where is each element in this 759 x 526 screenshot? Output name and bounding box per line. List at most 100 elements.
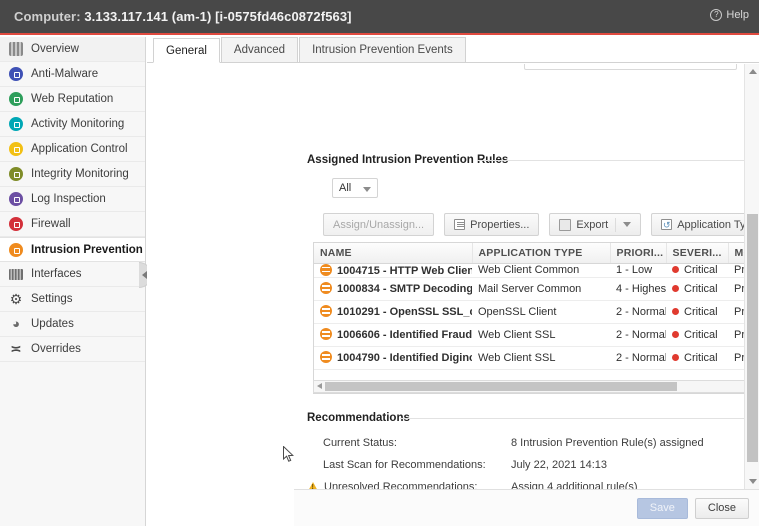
sidebar-item-log-inspection[interactable]: Log Inspection <box>0 187 145 212</box>
rule-icon <box>320 328 332 340</box>
table-row[interactable]: 1004790 - Identified Diginotar C... Web … <box>314 346 759 369</box>
properties-button[interactable]: Properties... <box>444 213 539 236</box>
column-header-severity[interactable]: SEVERI... <box>666 243 728 263</box>
cell-application-type: Web Client SSL <box>472 346 610 369</box>
sidebar-item-application-control[interactable]: Application Control <box>0 137 145 162</box>
sidebar-item-label: Anti-Malware <box>31 68 98 80</box>
scroll-down-arrow-icon[interactable] <box>749 479 757 484</box>
recommendation-row-current-status: Current Status: 8 Intrusion Prevention R… <box>323 432 704 454</box>
sidebar-item-settings[interactable]: ⚙ Settings <box>0 287 145 312</box>
intrusion-prevention-icon <box>9 243 23 257</box>
cell-severity: Critical <box>684 264 718 276</box>
search-input[interactable] <box>524 64 737 70</box>
overrides-icon: ≍ <box>9 342 23 356</box>
assigned-rules-table: NAME APPLICATION TYPE PRIORI... SEVERI..… <box>313 242 759 394</box>
table-horizontal-scrollbar[interactable] <box>313 380 759 393</box>
button-divider <box>615 218 616 232</box>
cell-severity: Critical <box>684 352 718 364</box>
rule-icon <box>320 351 332 363</box>
computer-details-window: Computer: 3.133.117.141 (am-1) [i-0575fd… <box>0 0 759 526</box>
severity-dot-icon <box>672 331 679 338</box>
tab-bar: General Advanced Intrusion Prevention Ev… <box>147 37 759 63</box>
mouse-cursor <box>283 446 295 464</box>
assign-unassign-button[interactable]: Assign/Unassign... <box>323 213 434 236</box>
properties-label: Properties... <box>470 219 529 231</box>
tab-intrusion-prevention-events[interactable]: Intrusion Prevention Events <box>299 37 466 62</box>
save-label: Save <box>650 502 675 514</box>
table-row[interactable]: 1000834 - SMTP Decoding Mail Server Comm… <box>314 277 759 300</box>
export-button[interactable]: Export <box>549 213 641 236</box>
scrollbar-thumb[interactable] <box>747 214 758 462</box>
cell-severity: Critical <box>684 283 718 295</box>
table-row[interactable]: 1010291 - OpenSSL SSL_check... OpenSSL C… <box>314 300 759 323</box>
cell-priority: 4 - Highest <box>610 277 666 300</box>
tab-label: Intrusion Prevention Events <box>312 44 453 56</box>
warning-icon <box>307 482 319 490</box>
save-button[interactable]: Save <box>637 498 688 519</box>
section-divider <box>477 160 759 161</box>
export-icon <box>559 219 571 231</box>
scroll-left-arrow-icon[interactable] <box>317 383 322 389</box>
tab-advanced[interactable]: Advanced <box>221 37 298 62</box>
rules-toolbar: Assign/Unassign... Properties... Export … <box>323 213 759 236</box>
application-types-button[interactable]: ↺ Application Types... <box>651 213 759 236</box>
help-label: Help <box>726 9 749 21</box>
chevron-down-icon[interactable] <box>623 222 631 227</box>
table-row[interactable]: 1004715 - HTTP Web Client Dec... Web Cli… <box>314 263 759 277</box>
sidebar-item-label: Interfaces <box>31 268 82 280</box>
page-vertical-scrollbar[interactable] <box>744 64 759 489</box>
close-label: Close <box>708 502 736 514</box>
scroll-up-arrow-icon[interactable] <box>749 69 757 74</box>
cell-priority: 1 - Low <box>610 263 666 277</box>
sidebar-item-interfaces[interactable]: Interfaces <box>0 262 145 287</box>
overview-icon <box>9 42 23 56</box>
web-reputation-icon <box>9 92 23 106</box>
log-inspection-icon <box>9 192 23 206</box>
dialog-footer: Save Close <box>294 489 759 526</box>
recommendation-label: Last Scan for Recommendations: <box>323 459 511 471</box>
export-label: Export <box>576 219 608 231</box>
table-header-row: NAME APPLICATION TYPE PRIORI... SEVERI..… <box>314 243 759 263</box>
question-circle-icon: ? <box>710 9 722 21</box>
column-header-priority[interactable]: PRIORI... <box>610 243 666 263</box>
table-row[interactable]: 1006606 - Identified Fraudulent ... Web … <box>314 323 759 346</box>
content-panel: General Advanced Intrusion Prevention Ev… <box>147 37 759 526</box>
sidebar-item-firewall[interactable]: Firewall <box>0 212 145 237</box>
application-types-icon: ↺ <box>661 219 672 230</box>
sidebar-item-integrity-monitoring[interactable]: Integrity Monitoring <box>0 162 145 187</box>
application-control-icon <box>9 142 23 156</box>
sidebar-item-activity-monitoring[interactable]: Activity Monitoring <box>0 112 145 137</box>
column-header-name[interactable]: NAME <box>314 243 472 263</box>
tab-label: General <box>166 45 207 57</box>
sidebar-item-web-reputation[interactable]: Web Reputation <box>0 87 145 112</box>
cell-name: 1006606 - Identified Fraudulent ... <box>337 329 472 341</box>
column-header-application-type[interactable]: APPLICATION TYPE <box>472 243 610 263</box>
chevron-down-icon <box>363 187 371 192</box>
sidebar-item-label: Application Control <box>31 143 128 155</box>
sidebar-item-label: Settings <box>31 293 73 305</box>
sidebar-item-overrides[interactable]: ≍ Overrides <box>0 337 145 362</box>
sidebar-item-overview[interactable]: Overview <box>0 37 145 62</box>
cell-application-type: Mail Server Common <box>472 277 610 300</box>
sidebar-item-label: Web Reputation <box>31 93 113 105</box>
cell-priority: 2 - Normal <box>610 323 666 346</box>
gear-icon: ⚙ <box>9 292 23 306</box>
cell-name: 1004790 - Identified Diginotar C... <box>337 352 472 364</box>
sidebar-item-updates[interactable]: ◕ Updates <box>0 312 145 337</box>
rule-filter-select[interactable]: All <box>332 178 378 198</box>
sidebar-item-anti-malware[interactable]: Anti-Malware <box>0 62 145 87</box>
sidebar-item-intrusion-prevention[interactable]: Intrusion Prevention <box>0 237 145 262</box>
cell-priority: 2 - Normal <box>610 300 666 323</box>
rule-filter-value: All <box>339 182 351 194</box>
scrollbar-thumb[interactable] <box>325 382 677 391</box>
help-button[interactable]: ? Help <box>710 9 749 21</box>
page-title: Computer: 3.133.117.141 (am-1) [i-0575fd… <box>14 9 352 24</box>
recommendation-label: Unresolved Recommendations: <box>324 481 477 489</box>
tab-general[interactable]: General <box>153 38 220 63</box>
rule-icon <box>320 305 332 317</box>
firewall-icon <box>9 217 23 231</box>
recommendations-list: Current Status: 8 Intrusion Prevention R… <box>323 432 704 489</box>
page-title-label: Computer: <box>14 9 81 24</box>
recommendation-value: 8 Intrusion Prevention Rule(s) assigned <box>511 437 704 449</box>
close-button[interactable]: Close <box>695 498 749 519</box>
